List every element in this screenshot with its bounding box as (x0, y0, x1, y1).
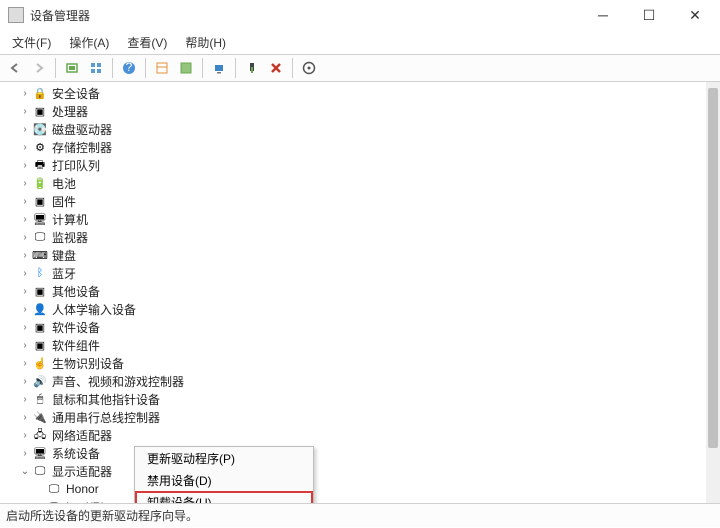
tree-node-mouse[interactable]: ›🖱鼠标和其他指针设备 (4, 390, 706, 408)
svg-text:?: ? (126, 61, 133, 74)
status-text: 启动所选设备的更新驱动程序向导。 (6, 507, 198, 524)
tree-node-storage[interactable]: ›⚙存储控制器 (4, 138, 706, 156)
cpu-icon: ▣ (32, 103, 48, 119)
ctx-update-driver[interactable]: 更新驱动程序(P) (135, 447, 313, 469)
monitor-icon: 🖵 (32, 229, 48, 245)
menu-bar: 文件(F) 操作(A) 查看(V) 帮助(H) (0, 30, 720, 54)
tb-show-hidden-icon[interactable] (61, 57, 83, 79)
forward-button[interactable] (28, 57, 50, 79)
audio-icon: 🔊 (32, 373, 48, 389)
tree-node-security[interactable]: ›🔒安全设备 (4, 84, 706, 102)
tree-node-system[interactable]: ›🖥系统设备 (4, 444, 706, 462)
tree-node-battery[interactable]: ›🔋电池 (4, 174, 706, 192)
toolbar-separator (145, 58, 146, 78)
disk-icon: 💽 (32, 121, 48, 137)
security-icon: 🔒 (32, 85, 48, 101)
display-icon: 🖵 (32, 463, 48, 479)
tree-node-disk[interactable]: ›💽磁盘驱动器 (4, 120, 706, 138)
menu-view[interactable]: 查看(V) (119, 32, 175, 53)
ctx-disable-device[interactable]: 禁用设备(D) (135, 469, 313, 491)
gpu-icon: 🖵 (46, 499, 62, 503)
ctx-uninstall-device[interactable]: 卸载设备(U) (135, 491, 313, 503)
tree-node-usb[interactable]: ›🔌通用串行总线控制器 (4, 408, 706, 426)
toolbar-separator (112, 58, 113, 78)
scrollbar-thumb[interactable] (708, 88, 718, 448)
tree-node-processor[interactable]: ›▣处理器 (4, 102, 706, 120)
component-icon: ▣ (32, 337, 48, 353)
hid-icon: 👤 (32, 301, 48, 317)
tb-help-icon[interactable]: ? (118, 57, 140, 79)
other-icon: ▣ (32, 283, 48, 299)
tree-node-audio[interactable]: ›🔊声音、视频和游戏控制器 (4, 372, 706, 390)
tree-node-hid[interactable]: ›👤人体学输入设备 (4, 300, 706, 318)
toolbar-separator (202, 58, 203, 78)
biometric-icon: ☝ (32, 355, 48, 371)
tree-node-bluetooth[interactable]: ›ᛒ蓝牙 (4, 264, 706, 282)
tree-node-display[interactable]: ⌄🖵显示适配器 (4, 462, 706, 480)
printer-icon: 🖶 (32, 157, 48, 173)
usb-icon: 🔌 (32, 409, 48, 425)
tree-node-monitor[interactable]: ›🖵监视器 (4, 228, 706, 246)
status-bar: 启动所选设备的更新驱动程序向导。 (0, 503, 720, 527)
scrollbar[interactable] (706, 82, 720, 503)
toolbar: ? (0, 54, 720, 82)
computer-icon: 🖥 (32, 211, 48, 227)
mouse-icon: 🖱 (32, 391, 48, 407)
minimize-button[interactable]: ─ (580, 0, 626, 30)
tb-add-legacy-icon[interactable] (175, 57, 197, 79)
gpu-icon: 🖵 (46, 481, 62, 497)
tb-scan-hardware-icon[interactable] (298, 57, 320, 79)
menu-action[interactable]: 操作(A) (61, 32, 117, 53)
title-bar: 设备管理器 ─ ☐ ✕ (0, 0, 720, 30)
tree-node-software-device[interactable]: ›▣软件设备 (4, 318, 706, 336)
toolbar-separator (235, 58, 236, 78)
storage-icon: ⚙ (32, 139, 48, 155)
tree-node-computer[interactable]: ›🖥计算机 (4, 210, 706, 228)
window-title: 设备管理器 (30, 7, 580, 24)
tb-scan-icon[interactable] (151, 57, 173, 79)
keyboard-icon: ⌨ (32, 247, 48, 263)
tb-view-icon[interactable] (85, 57, 107, 79)
system-icon: 🖥 (32, 445, 48, 461)
menu-help[interactable]: 帮助(H) (177, 32, 234, 53)
battery-icon: 🔋 (32, 175, 48, 191)
back-button[interactable] (4, 57, 26, 79)
firmware-icon: ▣ (32, 193, 48, 209)
tb-uninstall-icon[interactable] (265, 57, 287, 79)
tree-node-print[interactable]: ›🖶打印队列 (4, 156, 706, 174)
tb-update-driver-icon[interactable] (208, 57, 230, 79)
tb-enable-icon[interactable] (241, 57, 263, 79)
tree-panel: ›🔒安全设备 ›▣处理器 ›💽磁盘驱动器 ›⚙存储控制器 ›🖶打印队列 ›🔋电池… (0, 82, 720, 503)
tree-node-keyboard[interactable]: ›⌨键盘 (4, 246, 706, 264)
tree-leaf-honor[interactable]: 🖵Honor (4, 480, 706, 498)
toolbar-separator (55, 58, 56, 78)
tree-leaf-intel[interactable]: 🖵Intel(R) (4, 498, 706, 503)
maximize-button[interactable]: ☐ (626, 0, 672, 30)
app-icon (8, 7, 24, 23)
network-icon: 🖧 (32, 427, 48, 443)
tree-node-network[interactable]: ›🖧网络适配器 (4, 426, 706, 444)
toolbar-separator (292, 58, 293, 78)
tree-node-software-component[interactable]: ›▣软件组件 (4, 336, 706, 354)
bluetooth-icon: ᛒ (32, 265, 48, 281)
device-tree[interactable]: ›🔒安全设备 ›▣处理器 ›💽磁盘驱动器 ›⚙存储控制器 ›🖶打印队列 ›🔋电池… (4, 82, 706, 503)
menu-file[interactable]: 文件(F) (4, 32, 59, 53)
tree-node-other[interactable]: ›▣其他设备 (4, 282, 706, 300)
tree-node-biometric[interactable]: ›☝生物识别设备 (4, 354, 706, 372)
context-menu: 更新驱动程序(P) 禁用设备(D) 卸载设备(U) 扫描检测硬件改动(A) 属性… (134, 446, 314, 503)
software-icon: ▣ (32, 319, 48, 335)
tree-node-firmware[interactable]: ›▣固件 (4, 192, 706, 210)
close-button[interactable]: ✕ (672, 0, 718, 30)
